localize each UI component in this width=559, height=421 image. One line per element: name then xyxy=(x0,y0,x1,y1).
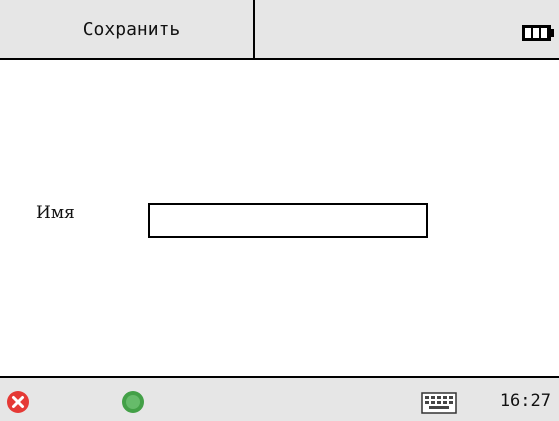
clock: 16:27 xyxy=(499,391,551,411)
name-input[interactable] xyxy=(148,203,428,238)
close-icon[interactable] xyxy=(6,390,30,414)
toolbar-divider xyxy=(253,0,255,58)
keyboard-icon[interactable] xyxy=(421,392,457,414)
ok-icon[interactable] xyxy=(121,390,145,414)
battery-full-icon xyxy=(522,25,554,41)
top-toolbar: Сохранить xyxy=(0,0,559,60)
taskbar: 16:27 xyxy=(0,376,559,421)
form-area: Имя xyxy=(0,60,559,376)
name-label: Имя xyxy=(36,203,75,223)
save-button[interactable]: Сохранить xyxy=(0,0,253,58)
